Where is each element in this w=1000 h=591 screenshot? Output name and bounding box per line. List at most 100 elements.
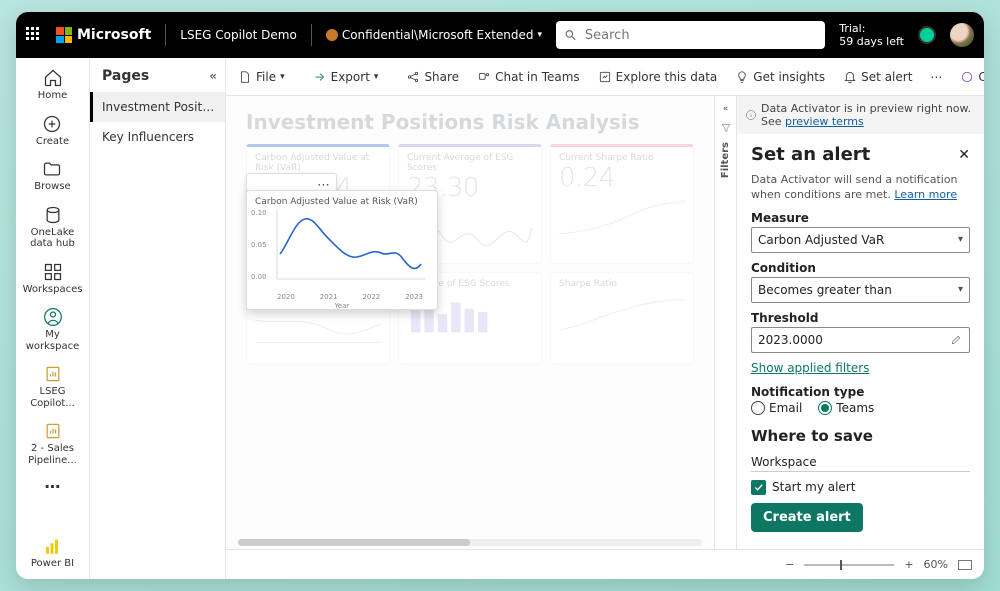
expand-filters-icon[interactable]: « [723, 104, 729, 114]
chevron-down-icon: ▾ [958, 234, 963, 245]
zoom-in-button[interactable]: + [904, 558, 913, 571]
status-dot-icon[interactable] [918, 26, 936, 44]
notification-type-label: Notification type [751, 385, 970, 399]
show-filters-link[interactable]: Show applied filters [751, 361, 970, 375]
pencil-icon[interactable] [950, 333, 963, 346]
filters-rail[interactable]: « Filters [714, 96, 736, 549]
avatar[interactable] [950, 23, 974, 47]
create-alert-button[interactable]: Create alert [751, 503, 863, 532]
line-chart [255, 209, 425, 289]
more-options[interactable]: ⋯ [926, 66, 946, 88]
page-item-key-influencers[interactable]: Key Influencers [90, 122, 225, 152]
app-launcher-icon[interactable] [26, 27, 42, 43]
check-icon [753, 482, 764, 493]
chart-title: Carbon Adjusted Value at Risk (VaR) [255, 197, 429, 207]
grid-icon [43, 262, 63, 282]
ellipsis-icon: ⋯ [45, 478, 61, 496]
search-input[interactable] [585, 28, 817, 43]
trial-status[interactable]: Trial: 59 days left [839, 22, 904, 48]
panel-title: Set an alert [751, 144, 870, 165]
nav-home[interactable]: Home [34, 68, 72, 102]
zoom-slider[interactable] [804, 564, 894, 566]
pages-header: Pages [102, 68, 149, 84]
nav-workspaces[interactable]: Workspaces [19, 262, 87, 296]
nav-onelake[interactable]: OneLake data hub [16, 205, 89, 250]
measure-select[interactable]: Carbon Adjusted VaR▾ [751, 227, 970, 253]
condition-select[interactable]: Becomes greater than▾ [751, 277, 970, 303]
share-button[interactable]: Share [402, 66, 463, 88]
nav-more[interactable]: ⋯ [41, 478, 65, 496]
folder-icon [42, 159, 62, 179]
share-icon [406, 70, 420, 84]
filters-label: Filters [720, 142, 731, 178]
nav-lseg-workspace[interactable]: LSEG Copilot... [16, 364, 89, 409]
chevron-down-icon: ▾ [958, 284, 963, 295]
fit-to-page-button[interactable] [958, 560, 972, 570]
report-icon [43, 364, 63, 384]
where-to-save-header: Where to save [751, 427, 970, 445]
collapse-pages-icon[interactable]: « [209, 69, 217, 83]
search-box[interactable] [556, 21, 825, 49]
selected-visual[interactable]: Carbon Adjusted Value at Risk (VaR) 0.10… [246, 190, 438, 310]
nav-powerbi[interactable]: Power BI [27, 538, 78, 570]
set-alert-button[interactable]: Set alert [839, 66, 916, 88]
copilot-button[interactable]: Copilot [956, 66, 984, 88]
sensitivity-dropdown[interactable]: Confidential\Microsoft Extended ▾ [326, 28, 542, 42]
home-icon [43, 68, 63, 88]
teams-icon [477, 70, 491, 84]
chat-teams-button[interactable]: Chat in Teams [473, 66, 584, 88]
panel-description: Data Activator will send a notification … [751, 173, 970, 203]
person-circle-icon [43, 307, 63, 327]
report-canvas[interactable]: Investment Positions Risk Analysis Carbo… [226, 96, 714, 549]
chevron-down-icon: ▾ [538, 30, 543, 40]
bell-icon [843, 70, 857, 84]
pages-panel: Pages « Investment Positions Ri... Key I… [90, 58, 226, 579]
report-toolbar: File▾ Export▾ Share Chat in Teams Explor… [226, 58, 984, 96]
powerbi-icon [43, 538, 61, 556]
explore-button[interactable]: Explore this data [594, 66, 722, 88]
insights-button[interactable]: Get insights [731, 66, 829, 88]
threshold-input[interactable]: 2023.0000 [751, 327, 970, 353]
alert-panel: Data Activator is in preview right now. … [736, 96, 984, 549]
database-icon [43, 205, 63, 225]
learn-more-link[interactable]: Learn more [894, 188, 957, 201]
nav-rail: Home Create Browse OneLake data hub Work… [16, 58, 90, 579]
divider [165, 24, 166, 46]
horizontal-scrollbar[interactable] [238, 539, 702, 546]
divider [311, 24, 312, 46]
report-icon [43, 421, 63, 441]
close-panel-button[interactable]: ✕ [958, 147, 970, 163]
app-title[interactable]: LSEG Copilot Demo [180, 28, 297, 42]
copilot-icon [960, 70, 974, 84]
start-alert-checkbox[interactable]: Start my alert [751, 480, 970, 495]
file-menu[interactable]: File▾ [234, 66, 289, 88]
shield-icon [326, 29, 338, 41]
nav-browse[interactable]: Browse [30, 159, 74, 193]
file-icon [238, 70, 252, 84]
funnel-icon [720, 122, 732, 134]
nav-sales-workspace[interactable]: 2 - Sales Pipeline... [16, 421, 89, 466]
info-icon [745, 109, 757, 121]
export-icon [313, 70, 327, 84]
microsoft-logo: Microsoft [56, 27, 151, 43]
export-menu[interactable]: Export▾ [309, 66, 383, 88]
plus-circle-icon [42, 114, 62, 134]
preview-banner: Data Activator is in preview right now. … [737, 96, 984, 134]
zoom-out-button[interactable]: − [785, 558, 794, 571]
lightbulb-icon [735, 70, 749, 84]
threshold-label: Threshold [751, 311, 970, 325]
brand-label: Microsoft [77, 27, 151, 43]
measure-label: Measure [751, 211, 970, 225]
explore-icon [598, 70, 612, 84]
preview-terms-link[interactable]: preview terms [785, 115, 864, 128]
condition-label: Condition [751, 261, 970, 275]
zoom-bar: − + 60% [226, 549, 984, 579]
nav-my-workspace[interactable]: My workspace [16, 307, 89, 352]
zoom-value[interactable]: 60% [924, 558, 948, 571]
search-icon [564, 28, 577, 42]
workspace-label[interactable]: Workspace [751, 455, 970, 472]
nav-create[interactable]: Create [32, 114, 73, 148]
page-item-investment[interactable]: Investment Positions Ri... [90, 92, 225, 122]
email-radio[interactable]: Email [751, 401, 802, 415]
teams-radio[interactable]: Teams [818, 401, 874, 415]
